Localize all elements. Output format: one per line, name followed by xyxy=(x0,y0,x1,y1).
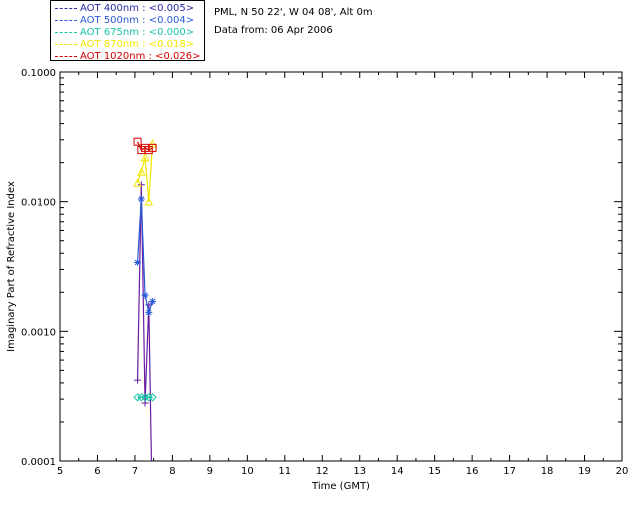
x-tick-label: 7 xyxy=(132,466,138,477)
x-tick-label: 16 xyxy=(466,466,479,477)
x-tick-label: 12 xyxy=(316,466,329,477)
y-tick-label: 0.0100 xyxy=(21,198,56,209)
x-tick-label: 15 xyxy=(428,466,441,477)
x-tick-label: 17 xyxy=(503,466,516,477)
x-tick-label: 8 xyxy=(169,466,175,477)
data-point xyxy=(141,291,149,299)
data-point xyxy=(145,308,153,316)
x-tick-label: 6 xyxy=(94,466,100,477)
x-tick-label: 20 xyxy=(616,466,629,477)
data-point xyxy=(137,195,145,203)
y-tick-label: 0.1000 xyxy=(21,68,56,79)
x-tick-label: 9 xyxy=(207,466,213,477)
x-tick-label: 14 xyxy=(391,466,404,477)
y-tick-label: 0.0001 xyxy=(21,457,56,468)
x-tick-label: 18 xyxy=(541,466,554,477)
x-tick-label: 11 xyxy=(278,466,291,477)
x-tick-label: 5 xyxy=(57,466,63,477)
x-tick-label: 19 xyxy=(578,466,591,477)
y-tick-label: 0.0010 xyxy=(21,327,56,338)
data-point xyxy=(134,376,142,384)
data-point xyxy=(149,297,157,305)
x-tick-label: 10 xyxy=(241,466,254,477)
x-axis-title: Time (GMT) xyxy=(311,481,370,492)
y-axis-title: Imaginary Part of Refractive Index xyxy=(6,181,17,352)
x-tick-label: 13 xyxy=(353,466,366,477)
chart: 5 6 7 8 9 10 11 12 13 14 15 16 17 18 19 20 0.0001 0.0010 0… xyxy=(6,68,629,492)
